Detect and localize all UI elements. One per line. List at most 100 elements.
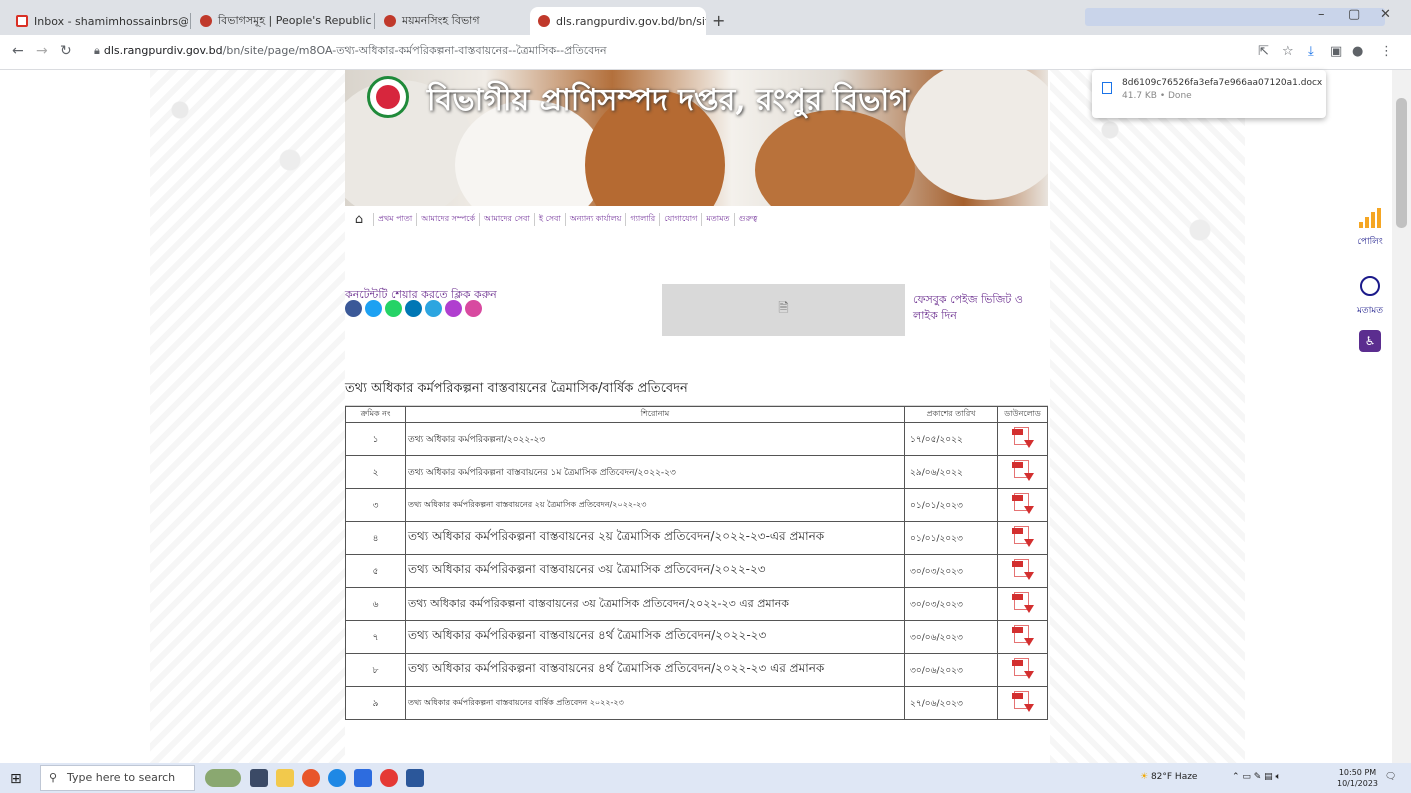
windows-start-icon[interactable]: ⊞	[10, 771, 22, 787]
decorative-border-left	[150, 70, 345, 763]
share-icon[interactable]: ⇱	[1258, 44, 1269, 59]
menu-kebab-icon[interactable]: ⋮	[1380, 44, 1393, 59]
news-widget-icon[interactable]	[205, 769, 241, 787]
row-date: ২৭/০৬/২০২৩	[904, 686, 998, 720]
row-title[interactable]: তথ্য অধিকার কর্মপরিকল্পনা বাস্তবায়নের ৪…	[405, 620, 905, 654]
nav-item-feedback[interactable]: মতামত	[701, 212, 733, 226]
facebook-visit-link[interactable]: ফেসবুক পেইজ ভিজিট ও লাইক দিন	[905, 284, 1042, 336]
forward-button[interactable]: →	[36, 43, 48, 59]
pdf-download-icon[interactable]	[1011, 525, 1034, 548]
accessibility-widget[interactable]: ♿︎	[1352, 330, 1388, 352]
taskbar-clock[interactable]: 10:50 PM 10/1/2023	[1337, 767, 1378, 789]
pdf-download-icon[interactable]	[1011, 657, 1034, 680]
whatsapp-icon[interactable]	[385, 300, 402, 317]
row-title[interactable]: তথ্য অধিকার কর্মপরিকল্পনা বাস্তবায়নের ৩…	[405, 554, 905, 588]
bookmark-star-icon[interactable]: ☆	[1282, 44, 1294, 59]
nav-item-home[interactable]: প্রথম পাতা	[373, 212, 416, 226]
linkedin-icon[interactable]	[405, 300, 422, 317]
nav-item-about[interactable]: আমাদের সম্পর্কে	[416, 212, 479, 226]
row-download[interactable]	[997, 587, 1048, 621]
bangladesh-govt-logo[interactable]	[367, 76, 409, 118]
chrome-icon[interactable]	[380, 769, 398, 787]
content-column: বিভাগীয় প্রাণিসম্পদ দপ্তর, রংপুর বিভাগ …	[345, 70, 1048, 763]
nav-item-contact[interactable]: যোগাযোগ	[659, 212, 701, 226]
row-title[interactable]: তথ্য অধিকার কর্মপরিকল্পনা বাস্তবায়নের ২…	[405, 488, 905, 522]
pdf-download-icon[interactable]	[1011, 690, 1034, 713]
firefox-icon[interactable]	[302, 769, 320, 787]
zoom-icon[interactable]	[354, 769, 372, 787]
weather-widget[interactable]: ☀︎ 82°F Haze	[1140, 772, 1197, 782]
scrollbar-thumb[interactable]	[1396, 98, 1407, 228]
profile-avatar-icon[interactable]: ●	[1352, 44, 1363, 59]
row-title[interactable]: তথ্য অধিকার কর্মপরিকল্পনা বাস্তবায়নের ২…	[405, 521, 905, 555]
edge-icon[interactable]	[328, 769, 346, 787]
new-tab-button[interactable]: +	[712, 11, 725, 30]
address-bar[interactable]: 🔒︎ dls.rangpurdiv.gov.bd/bn/site/page/m8O…	[82, 40, 1237, 62]
feedback-widget[interactable]: মতামত	[1352, 276, 1388, 318]
nav-item-other-offices[interactable]: অন্যান্য কার্যালয়	[564, 212, 626, 226]
page-scrollbar[interactable]	[1392, 70, 1411, 763]
browser-tab-active[interactable]: dls.rangpurdiv.gov.bd/bn/site/p ✕	[530, 7, 706, 35]
nav-item-services[interactable]: আমাদের সেবা	[479, 212, 534, 226]
table-header-row: ক্রমিক নং শিরোনাম প্রকাশের তারিখ ডাউনলোড	[345, 406, 1048, 423]
row-title[interactable]: তথ্য অধিকার কর্মপরিকল্পনা/২০২২-২৩	[405, 422, 905, 456]
row-download[interactable]	[997, 521, 1048, 555]
weather-text: 82°F Haze	[1150, 772, 1198, 782]
nav-item-important[interactable]: গুরুত্ব	[733, 212, 762, 226]
row-title[interactable]: তথ্য অধিকার কর্মপরিকল্পনা বাস্তবায়নের ৩…	[405, 587, 905, 621]
row-download[interactable]	[997, 488, 1048, 522]
reload-button[interactable]: ↻	[60, 43, 72, 59]
table-row: ৬ তথ্য অধিকার কর্মপরিকল্পনা বাস্তবায়নের …	[345, 587, 1048, 621]
nav-item-gallery[interactable]: গ্যালারি	[625, 212, 659, 226]
row-date: ৩০/০৬/২০২৩	[904, 653, 998, 687]
row-download[interactable]	[997, 554, 1048, 588]
system-tray-icons[interactable]: ⌃ ▭ ✎ ▤ 🔈︎	[1232, 772, 1281, 782]
column-header-serial: ক্রমিক নং	[345, 406, 406, 423]
pdf-download-icon[interactable]	[1011, 558, 1034, 581]
download-filename[interactable]: 8d6109c76526fa3efa7e966aa07120a1.docx	[1122, 78, 1322, 88]
back-button[interactable]: ←	[12, 43, 24, 59]
browser-tab-divisions[interactable]: বিভাগসমূহ | People's Republic o ✕	[192, 7, 372, 35]
browser-tab-mymensingh[interactable]: ময়মনসিংহ বিভাগ	[376, 7, 526, 35]
taskbar-search-input[interactable]: ⚲ Type here to search	[40, 765, 195, 791]
row-date: ১৭/০৫/২০২২	[904, 422, 998, 456]
facebook-page-plugin[interactable]: 🗎︎	[662, 284, 905, 336]
sidebar-icon[interactable]: ▣	[1330, 44, 1342, 59]
maximize-button[interactable]: ▢	[1348, 7, 1360, 22]
messenger-icon[interactable]	[445, 300, 462, 317]
email-icon[interactable]	[465, 300, 482, 317]
site-title[interactable]: বিভাগীয় প্রাণিসম্পদ দপ্তর, রংপুর বিভাগ	[427, 76, 909, 127]
pdf-download-icon[interactable]	[1011, 591, 1034, 614]
chat-bubble-icon	[1360, 276, 1380, 296]
row-title[interactable]: তথ্য অধিকার কর্মপরিকল্পনা বাস্তবায়নের ৪…	[405, 653, 905, 687]
task-view-icon[interactable]	[250, 769, 268, 787]
pdf-download-icon[interactable]	[1011, 492, 1034, 515]
row-download[interactable]	[997, 686, 1048, 720]
download-icon[interactable]: ⤓	[1308, 44, 1314, 59]
browser-tab-gmail[interactable]: Inbox - shamimhossainbrs@gm ✕	[8, 7, 188, 35]
home-icon[interactable]: ⌂	[345, 212, 373, 227]
facebook-icon[interactable]	[345, 300, 362, 317]
download-bubble[interactable]: 8d6109c76526fa3efa7e966aa07120a1.docx 41…	[1092, 70, 1326, 118]
row-download[interactable]	[997, 620, 1048, 654]
twitter-icon[interactable]	[365, 300, 382, 317]
telegram-icon[interactable]	[425, 300, 442, 317]
logo-emblem-icon	[376, 85, 400, 109]
row-title[interactable]: তথ্য অধিকার কর্মপরিকল্পনা বাস্তবায়নের ১…	[405, 455, 905, 489]
nav-item-e-services[interactable]: ই সেবা	[533, 212, 565, 226]
tab-title: ময়মনসিংহ বিভাগ	[402, 13, 480, 27]
main-nav: ⌂ প্রথম পাতা আমাদের সম্পর্কে আমাদের সেবা…	[345, 208, 1048, 230]
row-download[interactable]	[997, 422, 1048, 456]
row-download[interactable]	[997, 653, 1048, 687]
notifications-icon[interactable]: 🗨︎	[1385, 772, 1396, 782]
row-title[interactable]: তথ্য অধিকার কর্মপরিকল্পনা বাস্তবায়নের ব…	[405, 686, 905, 720]
row-download[interactable]	[997, 455, 1048, 489]
pdf-download-icon[interactable]	[1011, 426, 1034, 449]
word-icon[interactable]	[406, 769, 424, 787]
pdf-download-icon[interactable]	[1011, 624, 1034, 647]
file-explorer-icon[interactable]	[276, 769, 294, 787]
pdf-download-icon[interactable]	[1011, 459, 1034, 482]
poll-widget[interactable]: পোলিং	[1352, 208, 1388, 249]
minimize-button[interactable]: –	[1318, 7, 1325, 22]
close-window-button[interactable]: ✕	[1380, 7, 1391, 22]
